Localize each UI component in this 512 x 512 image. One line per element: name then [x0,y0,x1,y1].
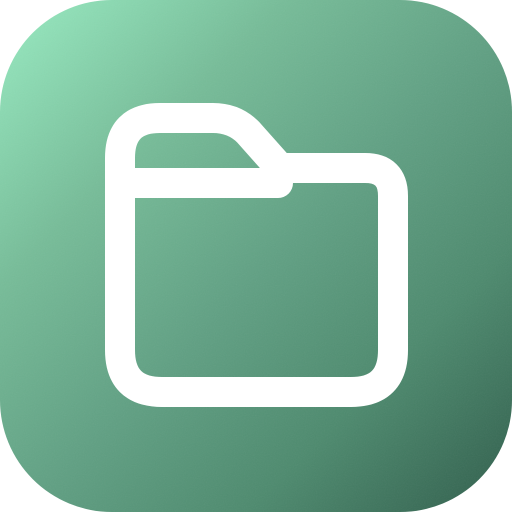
app-icon[interactable] [0,0,512,512]
folder-icon [0,0,512,512]
noise-texture [0,0,512,512]
